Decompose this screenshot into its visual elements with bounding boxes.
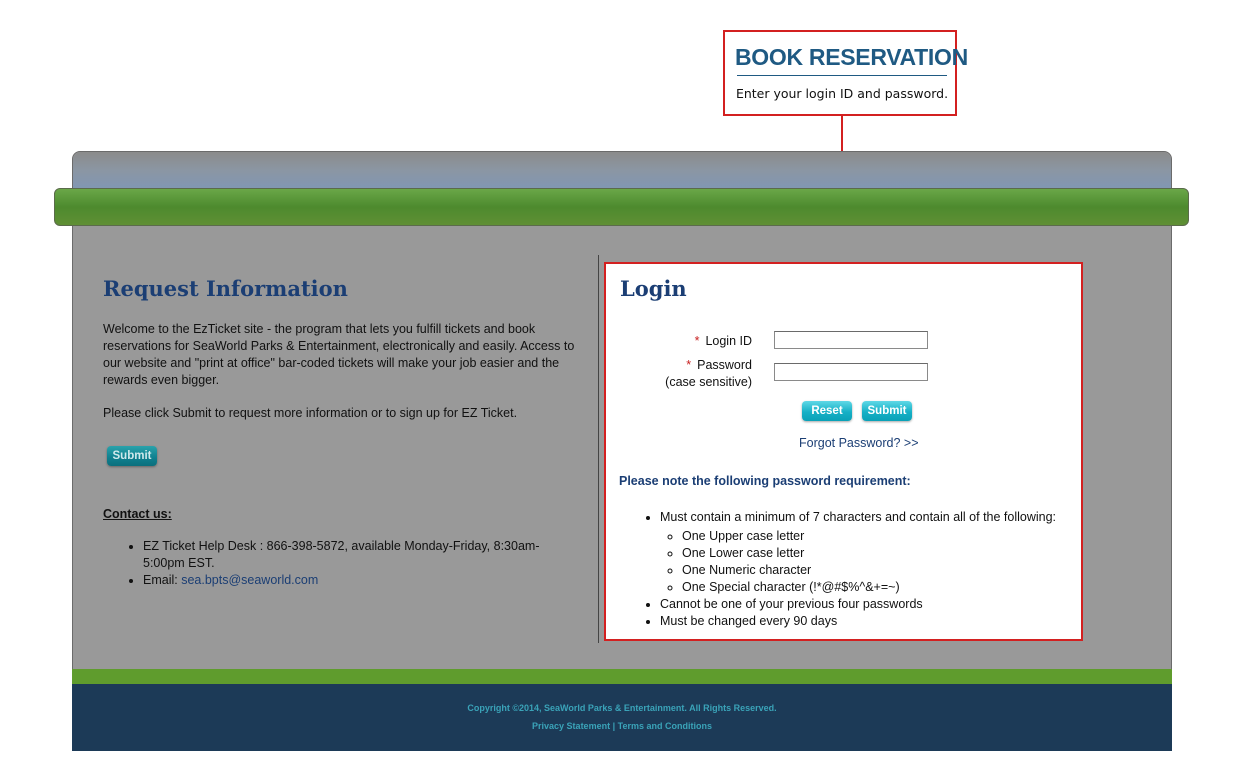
request-info-heading: Request Information (103, 276, 348, 301)
contact-list: EZ Ticket Help Desk : 866-398-5872, avai… (125, 538, 573, 589)
requirement-subitem: One Upper case letter (682, 528, 1090, 545)
callout-divider (737, 75, 947, 76)
login-heading: Login (620, 276, 687, 301)
book-reservation-callout: BOOK RESERVATION Enter your login ID and… (723, 30, 968, 116)
column-divider (598, 255, 599, 643)
login-id-label-text: Login ID (705, 334, 752, 348)
password-input[interactable] (774, 363, 928, 381)
callout-text: Enter your login ID and password. (735, 86, 949, 101)
login-panel: Login * Login ID * Password (case sensitiv… (604, 262, 1083, 641)
email-link[interactable]: sea.bpts@seaworld.com (181, 573, 318, 587)
callout-title: BOOK RESERVATION (735, 44, 968, 70)
terms-conditions-link[interactable]: Terms and Conditions (618, 721, 712, 731)
contact-heading: Contact us: (103, 507, 172, 521)
footer-separator: | (610, 721, 618, 731)
requirement-subitem: One Numeric character (682, 562, 1090, 579)
contact-item-email: Email: sea.bpts@seaworld.com (143, 572, 573, 589)
requirement-item: Must be changed every 90 days (660, 613, 1090, 630)
requirement-subitem: One Lower case letter (682, 545, 1090, 562)
password-requirement-note: Please note the following password requi… (619, 474, 911, 488)
privacy-statement-link[interactable]: Privacy Statement (532, 721, 610, 731)
footer-green-strip (72, 669, 1172, 684)
green-header-bar (54, 188, 1189, 226)
email-label: Email: (143, 573, 182, 587)
request-submit-button[interactable]: Submit (107, 446, 157, 466)
required-asterisk: * (686, 358, 692, 372)
password-hint: (case sensitive) (665, 375, 752, 389)
requirement-sublist: One Upper case letter One Lower case let… (660, 528, 1090, 596)
forgot-password-link[interactable]: Forgot Password? >> (799, 436, 919, 450)
welcome-paragraph: Welcome to the EzTicket site - the progr… (103, 322, 575, 387)
submit-instruction: Please click Submit to request more info… (103, 406, 518, 420)
login-submit-button[interactable]: Submit (862, 401, 912, 421)
password-label-text: Password (697, 358, 752, 372)
footer-links: Privacy Statement | Terms and Conditions (72, 721, 1172, 731)
header-band (73, 152, 1171, 192)
password-requirements-list: Must contain a minimum of 7 characters a… (642, 509, 1090, 630)
copyright-text: Copyright ©2014, SeaWorld Parks & Entert… (467, 703, 777, 713)
required-asterisk: * (694, 334, 700, 348)
reset-button[interactable]: Reset (802, 401, 852, 421)
footer: Copyright ©2014, SeaWorld Parks & Entert… (72, 684, 1172, 751)
password-label: * Password (case sensitive) (665, 357, 752, 391)
requirement-item: Cannot be one of your previous four pass… (660, 596, 1090, 613)
requirement-main-text: Must contain a minimum of 7 characters a… (660, 510, 1057, 524)
login-id-input[interactable] (774, 331, 928, 349)
login-id-label: * Login ID (695, 333, 752, 350)
requirement-subitem: One Special character (!*@#$%^&+=~) (682, 579, 1090, 596)
requirement-item: Must contain a minimum of 7 characters a… (660, 509, 1090, 596)
contact-item-helpdesk: EZ Ticket Help Desk : 866-398-5872, avai… (143, 538, 573, 572)
